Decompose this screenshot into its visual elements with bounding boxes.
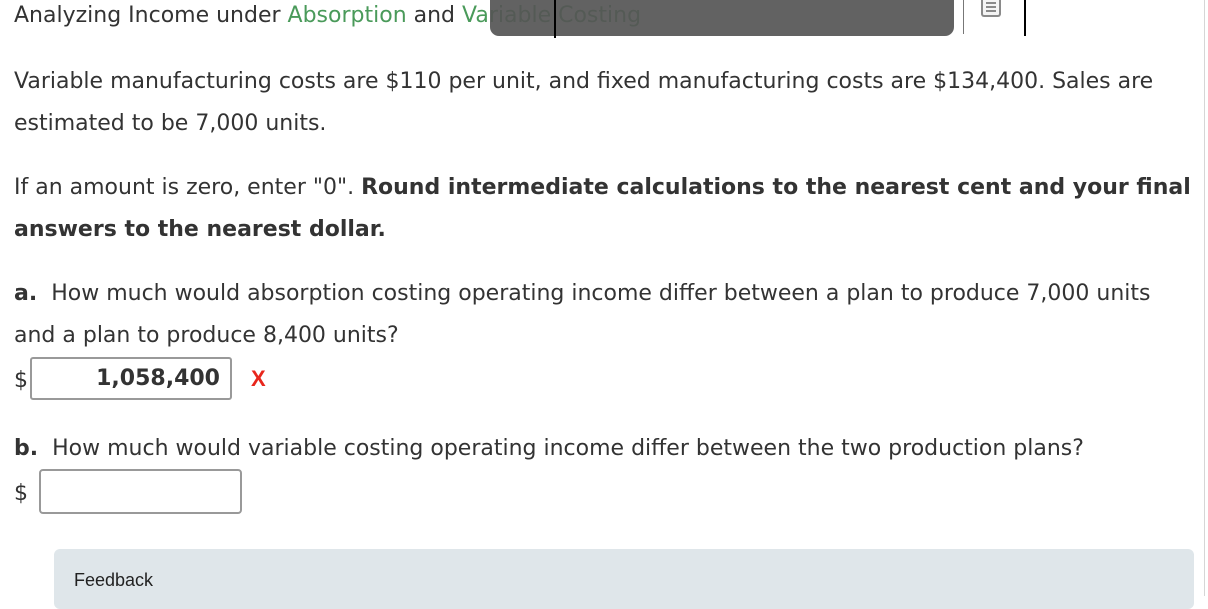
feedback-label: Feedback — [74, 570, 154, 590]
question-b-label: b. — [14, 436, 39, 461]
title-connector: and — [406, 3, 463, 28]
question-b-text: How much would variable costing operatin… — [52, 436, 1084, 461]
absorption-link[interactable]: Absorption — [288, 3, 407, 28]
currency-symbol-a: $ — [14, 368, 28, 393]
problem-statement: Variable manufacturing costs are $110 pe… — [14, 69, 1154, 136]
title-prefix: Analyzing Income under — [14, 3, 288, 28]
currency-symbol-b: $ — [14, 481, 28, 506]
x-mark-icon: X — [251, 366, 266, 391]
toolbar-divider — [963, 0, 964, 34]
page-right-border — [1204, 0, 1205, 596]
instruction-plain: If an amount is zero, enter "0". — [14, 175, 362, 200]
question-a: a. How much would absorption costing oper… — [14, 273, 1194, 357]
answer-b-field[interactable] — [39, 469, 242, 514]
question-b: b. How much would variable costing operat… — [14, 428, 1204, 470]
answer-a-field[interactable]: 1,058,400 — [30, 357, 232, 400]
screen-overlay-bar — [490, 0, 954, 36]
text-cursor-right — [1024, 0, 1026, 36]
instructions: If an amount is zero, enter "0". Round i… — [14, 167, 1194, 251]
feedback-panel: Feedback — [54, 549, 1194, 609]
text-cursor — [554, 0, 556, 38]
document-icon[interactable] — [981, 0, 1001, 17]
question-a-label: a. — [14, 281, 38, 306]
question-a-text: How much would absorption costing operat… — [14, 281, 1151, 348]
